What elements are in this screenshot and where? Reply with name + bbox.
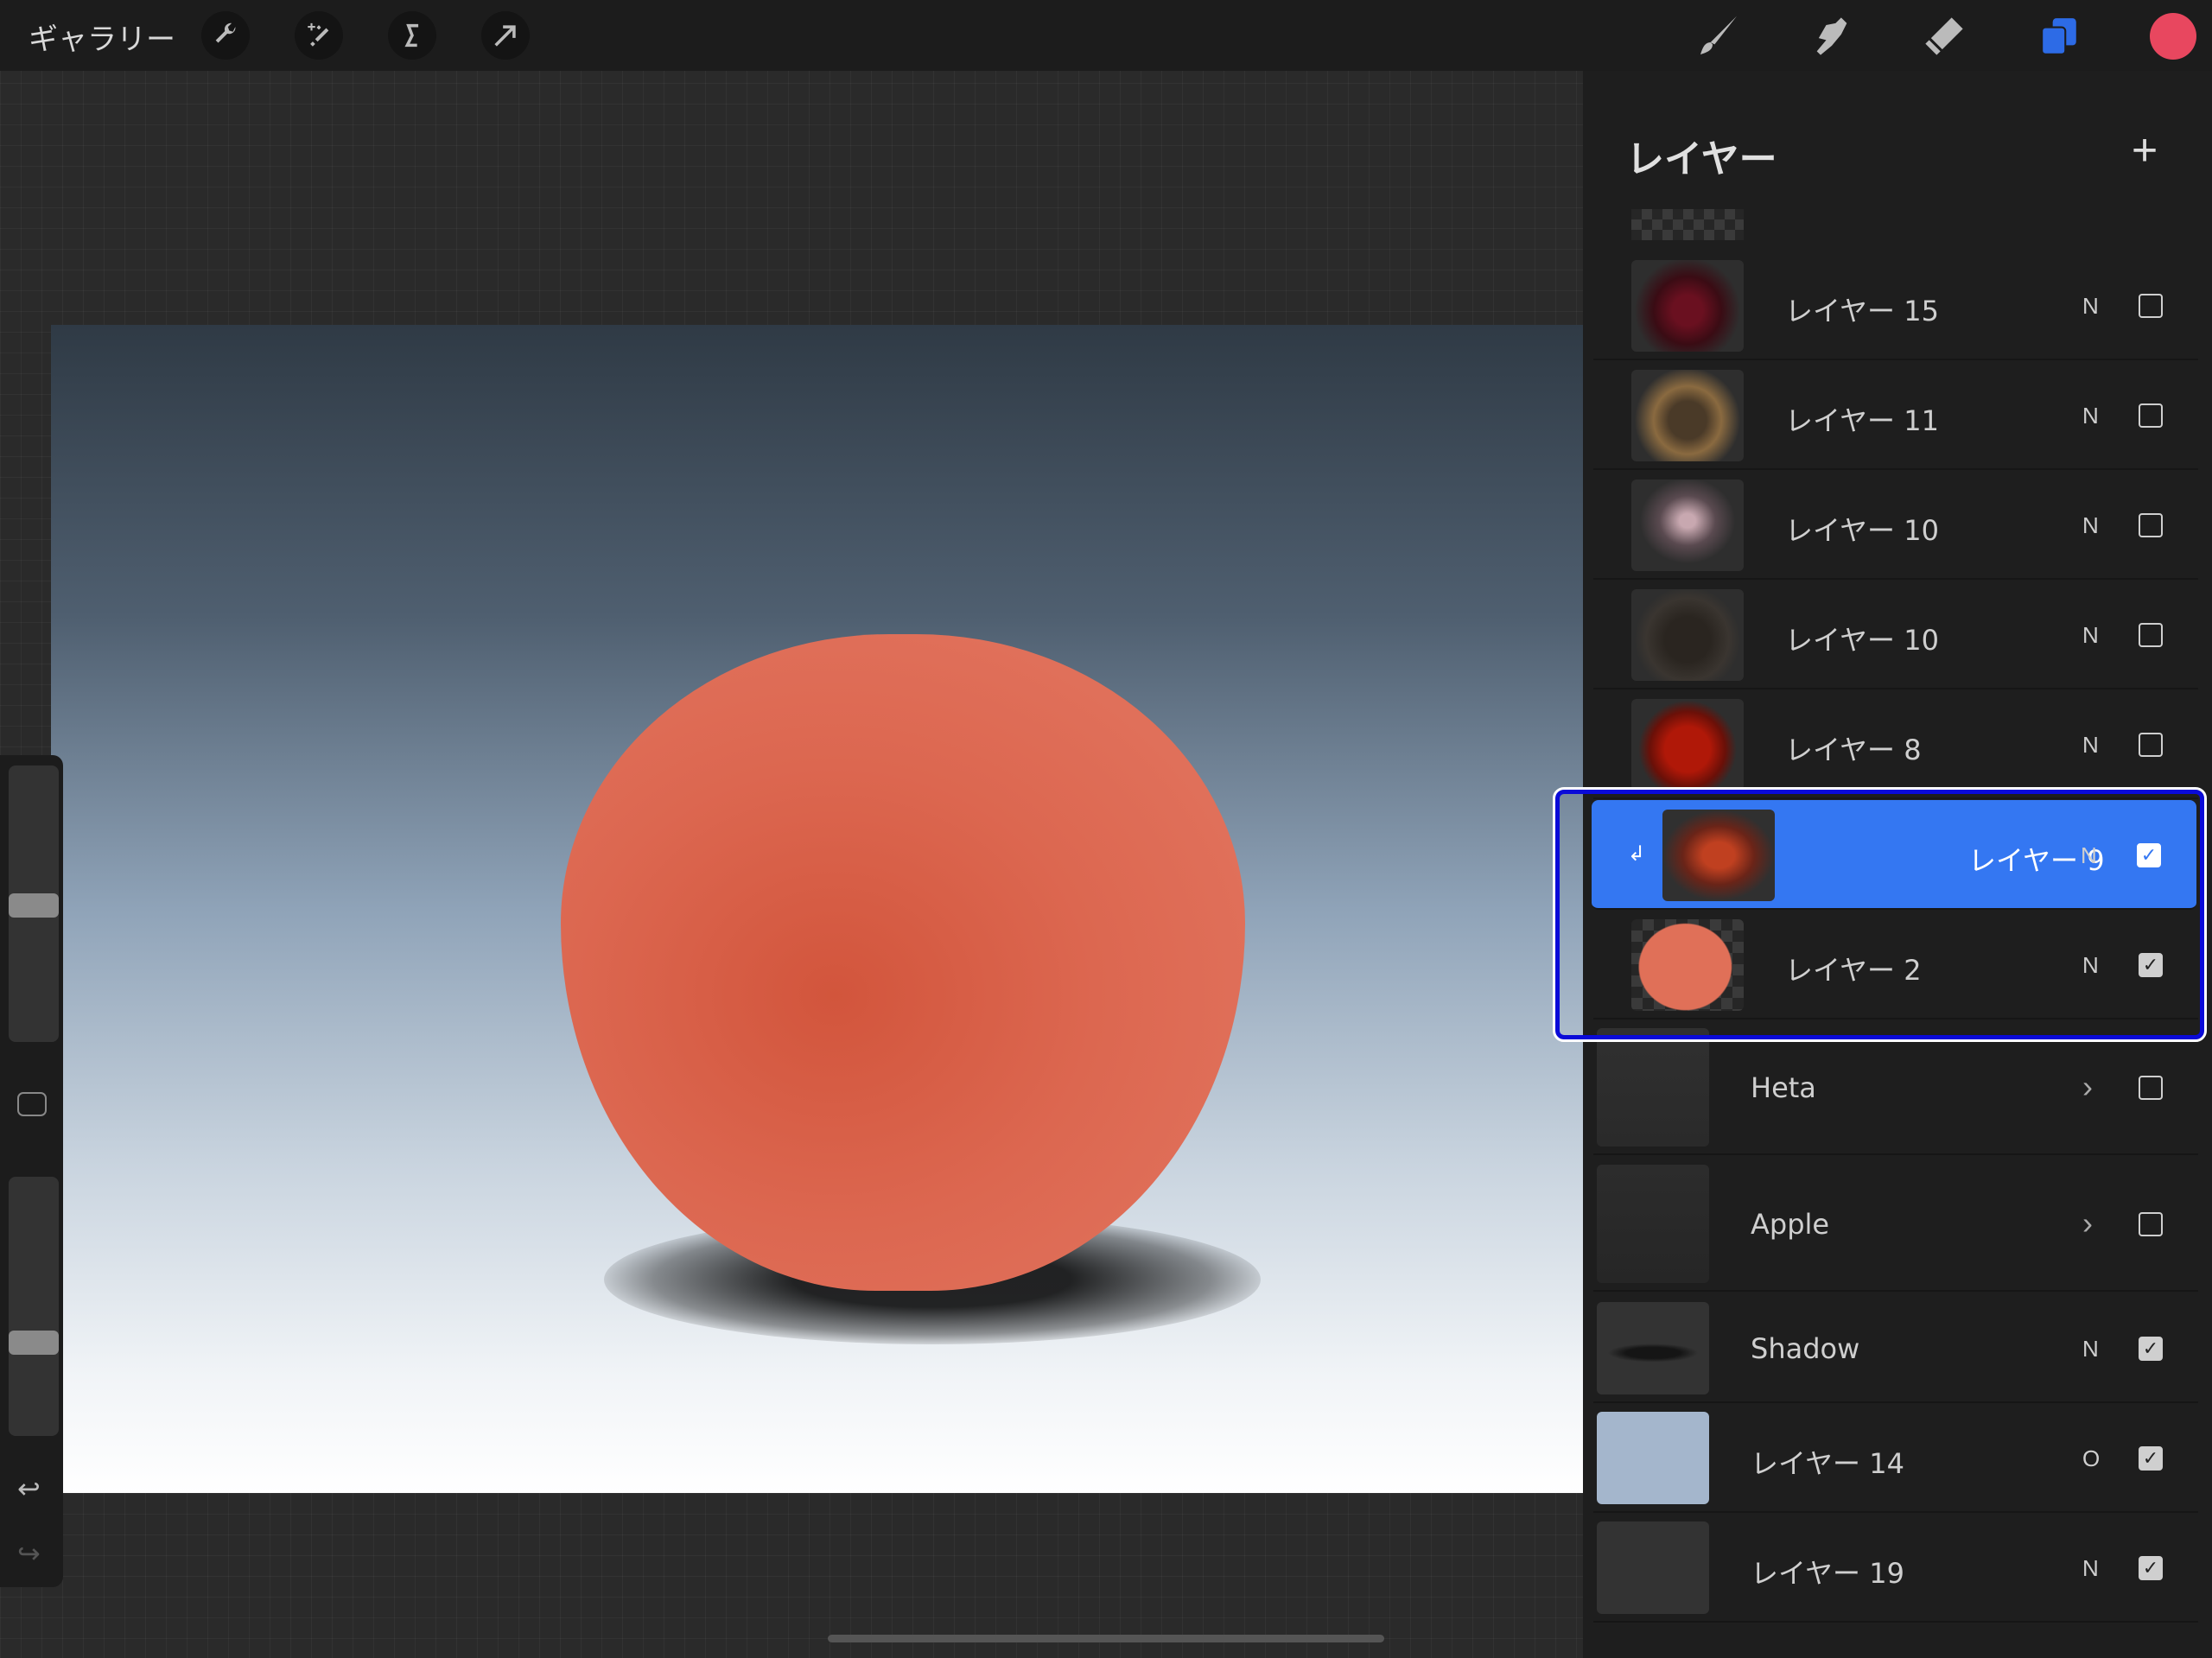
visibility-checkbox[interactable]: ✓: [2139, 1555, 2163, 1580]
layer-thumbnail[interactable]: [1631, 698, 1744, 791]
visibility-checkbox[interactable]: [2139, 293, 2163, 318]
redo-icon[interactable]: ↪: [17, 1537, 41, 1570]
visibility-checkbox[interactable]: ✓: [2139, 1336, 2163, 1361]
opacity-handle[interactable]: [9, 1331, 59, 1355]
visibility-checkbox[interactable]: [2139, 512, 2163, 537]
layer-row[interactable]: レイヤー 10 N: [1593, 580, 2198, 689]
visibility-checkbox[interactable]: [2139, 732, 2163, 757]
layer-thumbnail[interactable]: [1631, 369, 1744, 461]
visibility-checkbox[interactable]: ✓: [2137, 842, 2161, 867]
magic-wand-icon[interactable]: [295, 11, 343, 60]
visibility-checkbox[interactable]: [2139, 403, 2163, 428]
layer-name: レイヤー 10: [1785, 623, 1939, 657]
blend-mode-button[interactable]: N: [2082, 1336, 2099, 1363]
wrench-icon[interactable]: [201, 11, 250, 60]
blend-mode-button[interactable]: N: [2082, 952, 2099, 979]
blend-mode-button[interactable]: N: [2082, 403, 2099, 429]
add-layer-button[interactable]: +: [2127, 128, 2162, 173]
layer-row[interactable]: レイヤー 14 O ✓: [1593, 1403, 2198, 1513]
blend-mode-button[interactable]: N: [2082, 732, 2099, 759]
visibility-checkbox[interactable]: [2139, 622, 2163, 647]
undo-icon[interactable]: ↩: [17, 1472, 41, 1505]
opacity-slider[interactable]: [9, 1177, 59, 1436]
layer-row[interactable]: レイヤー 11 N: [1593, 360, 2198, 470]
layer-name: レイヤー 19: [1751, 1556, 1904, 1590]
layer-row[interactable]: レイヤー 15 N: [1593, 251, 2198, 360]
transform-arrow-icon[interactable]: [481, 11, 530, 60]
layer-group-row[interactable]: Apple ›: [1593, 1156, 2198, 1292]
layers-panel-title: レイヤー: [1626, 137, 1777, 181]
blend-mode-button[interactable]: N: [2082, 512, 2099, 539]
brush-size-slider[interactable]: [9, 765, 59, 1042]
left-sidebar: ↩ ↪: [0, 755, 63, 1587]
modify-button[interactable]: [17, 1092, 47, 1116]
drawing-canvas[interactable]: [51, 325, 1583, 1493]
gallery-button[interactable]: ギャラリー: [29, 16, 175, 58]
layer-thumbnail[interactable]: [1631, 918, 1744, 1011]
layer-thumbnail[interactable]: [1631, 259, 1744, 352]
visibility-checkbox[interactable]: [2139, 1211, 2163, 1236]
layer-thumbnail[interactable]: [1597, 1028, 1709, 1147]
layer-name: レイヤー 11: [1785, 403, 1939, 437]
home-indicator[interactable]: [828, 1635, 1384, 1642]
layer-name: レイヤー 2: [1785, 953, 1922, 987]
layer-row[interactable]: レイヤー 8 N: [1593, 689, 2198, 799]
layer-thumbnail[interactable]: [1597, 1165, 1709, 1283]
layer-row[interactable]: レイヤー 10 N: [1593, 470, 2198, 580]
layer-thumbnail[interactable]: [1597, 1302, 1709, 1394]
smudge-icon[interactable]: [1808, 12, 1856, 60]
layer-row[interactable]: Shadow N ✓: [1593, 1293, 2198, 1403]
eraser-icon[interactable]: [1920, 12, 1968, 60]
layer-thumbnail-partial: [1631, 209, 1744, 240]
layer-row[interactable]: レイヤー 2 N ✓: [1593, 910, 2198, 1020]
apple-painting: [561, 634, 1245, 1291]
layer-name: レイヤー 8: [1785, 733, 1922, 766]
layers-icon[interactable]: [2036, 12, 2084, 60]
clipping-mask-icon: ↲: [1628, 842, 1646, 866]
chevron-right-icon[interactable]: ›: [2082, 1069, 2093, 1105]
visibility-checkbox[interactable]: ✓: [2139, 1445, 2163, 1471]
layer-thumbnail[interactable]: [1597, 1521, 1709, 1614]
blend-mode-button[interactable]: N: [2082, 1555, 2099, 1582]
layer-name: レイヤー 10: [1785, 513, 1939, 547]
layer-group-row[interactable]: Heta ›: [1593, 1020, 2198, 1155]
visibility-checkbox[interactable]: [2139, 1075, 2163, 1100]
blend-mode-button[interactable]: N: [2081, 842, 2097, 869]
layer-name: Heta: [1751, 1070, 1816, 1104]
visibility-checkbox[interactable]: ✓: [2139, 952, 2163, 977]
brush-icon[interactable]: [1694, 12, 1743, 60]
blend-mode-button[interactable]: N: [2082, 293, 2099, 320]
layer-row[interactable]: ↲ レイヤー 9 N ✓: [1592, 800, 2196, 910]
layer-thumbnail[interactable]: [1631, 588, 1744, 681]
brush-size-handle[interactable]: [9, 893, 59, 918]
layer-name: レイヤー 14: [1751, 1446, 1904, 1480]
color-swatch[interactable]: [2150, 13, 2196, 60]
layer-name: Shadow: [1751, 1331, 1860, 1365]
layer-row[interactable]: レイヤー 19 N ✓: [1593, 1513, 2198, 1623]
layer-thumbnail[interactable]: [1662, 809, 1775, 901]
layer-name: レイヤー 15: [1785, 294, 1939, 327]
blend-mode-button[interactable]: O: [2082, 1445, 2100, 1472]
layer-thumbnail[interactable]: [1631, 479, 1744, 571]
blend-mode-button[interactable]: N: [2082, 622, 2099, 649]
layer-thumbnail[interactable]: [1597, 1412, 1709, 1504]
chevron-right-icon[interactable]: ›: [2082, 1205, 2093, 1242]
selection-icon[interactable]: [388, 11, 436, 60]
layer-name: Apple: [1751, 1207, 1830, 1241]
